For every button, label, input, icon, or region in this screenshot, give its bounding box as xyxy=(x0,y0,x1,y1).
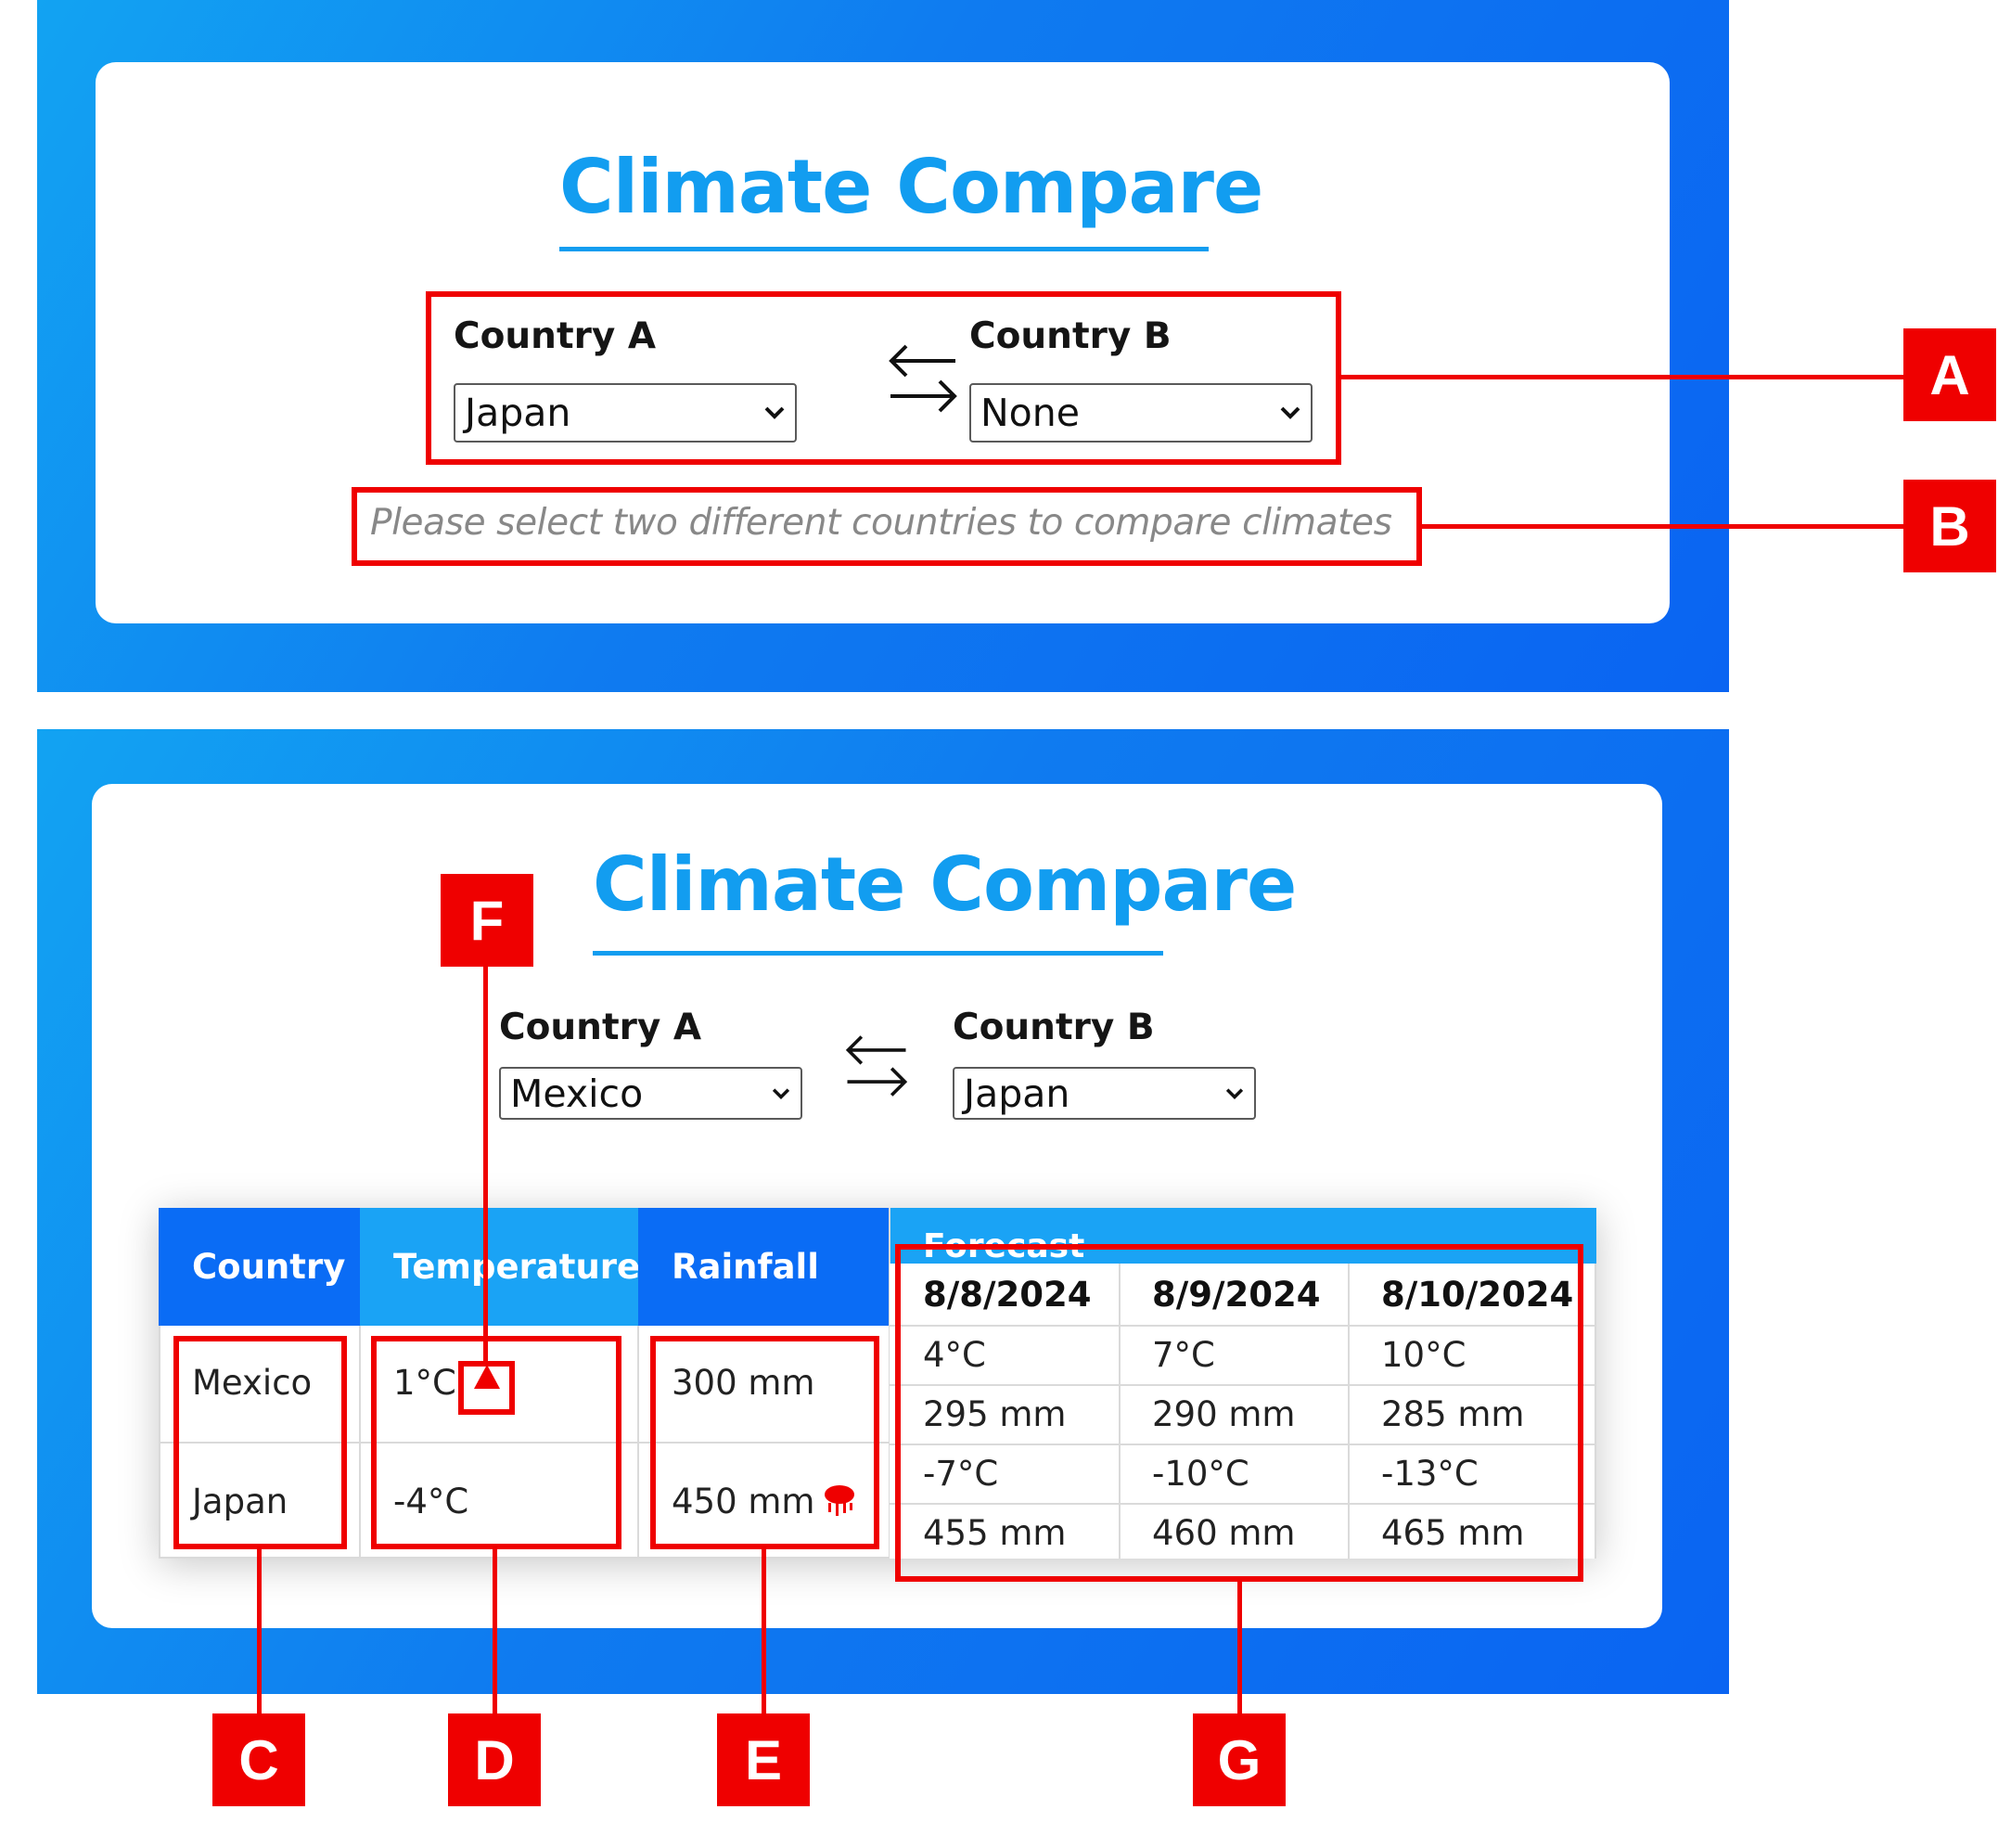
annotation-leader-e xyxy=(762,1549,766,1713)
annotation-box-f xyxy=(458,1361,515,1415)
annotation-box-e xyxy=(650,1336,879,1549)
annotation-leader-f xyxy=(483,967,488,1361)
country-a-label: Country A xyxy=(499,1007,702,1048)
annotation-box-a xyxy=(426,291,1341,465)
annotation-leader-c xyxy=(257,1549,262,1713)
annotation-label-c: C xyxy=(212,1713,305,1806)
annotation-label-e: E xyxy=(717,1713,810,1806)
chevron-down-icon xyxy=(1225,1087,1244,1099)
annotation-label-a: A xyxy=(1903,328,1996,421)
chevron-down-icon xyxy=(772,1087,790,1099)
annotation-box-b xyxy=(352,487,1422,566)
grid-line xyxy=(1595,1264,1596,1559)
country-b-select[interactable]: Japan xyxy=(953,1067,1256,1120)
title-underline xyxy=(593,951,1163,956)
annotation-label-b: B xyxy=(1903,480,1996,572)
country-a-value: Mexico xyxy=(510,1071,644,1116)
header-country: Country xyxy=(159,1208,360,1326)
annotation-leader-d xyxy=(493,1549,497,1713)
country-b-value: Japan xyxy=(964,1071,1070,1116)
country-a-select[interactable]: Mexico xyxy=(499,1067,802,1120)
annotation-leader-a xyxy=(1341,375,1903,379)
title-underline xyxy=(559,247,1209,251)
annotation-label-f: F xyxy=(441,874,533,967)
country-b-label: Country B xyxy=(953,1007,1155,1048)
header-temperature: Temperature xyxy=(360,1208,640,1326)
app-title: Climate Compare xyxy=(593,841,1297,928)
annotation-leader-b xyxy=(1422,524,1903,529)
swap-arrows-icon[interactable] xyxy=(843,1027,910,1105)
annotation-label-d: D xyxy=(448,1713,541,1806)
annotation-leader-g xyxy=(1237,1582,1242,1713)
annotation-label-g: G xyxy=(1193,1713,1286,1806)
header-rainfall: Rainfall xyxy=(638,1208,890,1326)
app-title: Climate Compare xyxy=(559,144,1263,230)
annotation-box-c xyxy=(173,1336,347,1549)
annotation-box-g xyxy=(895,1244,1583,1582)
